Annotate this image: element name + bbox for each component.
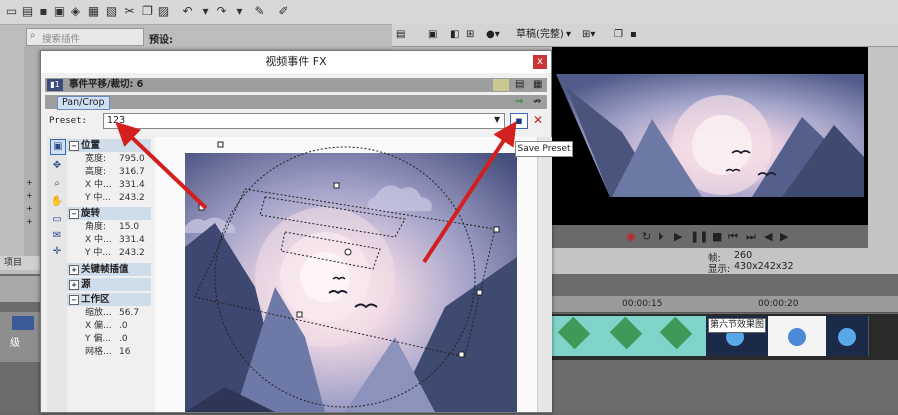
arrow-to-save-preset (422, 120, 517, 264)
arrow-to-preset (115, 121, 208, 210)
annotation-arrows (115, 120, 517, 264)
